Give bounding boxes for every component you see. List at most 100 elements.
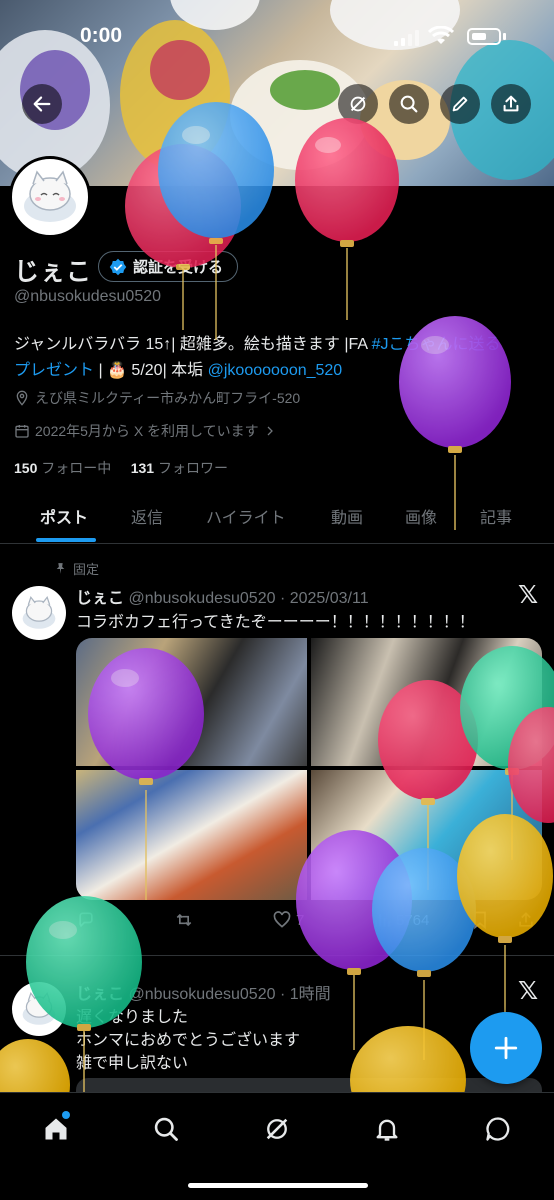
following-label: フォロー中 xyxy=(41,460,112,476)
status-time: 0:00 xyxy=(80,24,123,47)
post-author-name[interactable]: じぇこ xyxy=(76,986,124,1003)
hashtag-link-continued[interactable]: プレゼント xyxy=(14,362,94,379)
search-icon xyxy=(154,1117,178,1141)
grok-icon xyxy=(266,1118,288,1140)
tab-indicator xyxy=(36,538,96,542)
tab-replies[interactable]: 返信 xyxy=(131,504,163,528)
view-count: 5764 xyxy=(396,911,430,929)
reply-icon xyxy=(79,912,93,928)
search-icon xyxy=(400,95,418,113)
like-button[interactable]: 7 xyxy=(272,910,304,930)
wifi-icon xyxy=(427,25,455,51)
post-avatar[interactable] xyxy=(12,586,66,640)
share-icon xyxy=(503,95,519,112)
post-text: コラボカフェ行ってきたぞーーーー！！！！！！！！！ xyxy=(76,614,475,631)
nav-notifications[interactable] xyxy=(367,1109,407,1149)
location-text: えび県ミルクティー市みかん町フライ-520 xyxy=(35,390,301,406)
post-header: じぇこ @nbusokudesu0520 · 1時間 xyxy=(76,980,331,1004)
nav-home[interactable] xyxy=(36,1109,76,1149)
post-text-line: 遅くなりました xyxy=(76,1009,189,1026)
repost-button[interactable] xyxy=(174,910,194,930)
post-author-name[interactable]: じぇこ xyxy=(76,590,124,607)
battery-nub xyxy=(503,33,506,40)
grok-icon xyxy=(350,96,366,112)
plus-icon xyxy=(494,1036,518,1060)
views-icon xyxy=(375,914,390,927)
joined-text: 2022年5月から X を利用しています xyxy=(35,423,259,439)
nav-messages[interactable] xyxy=(478,1109,518,1149)
mention-link[interactable]: @jkooooooon_520 xyxy=(208,362,343,379)
location-icon xyxy=(16,390,28,406)
nav-grok[interactable] xyxy=(257,1109,297,1149)
heart-icon xyxy=(273,911,291,928)
post-text-line: 雑で申し訳ない xyxy=(76,1055,189,1072)
nav-search[interactable] xyxy=(146,1109,186,1149)
post-meta: @nbusokudesu0520 · 2025/03/11 xyxy=(128,590,369,607)
pencil-icon xyxy=(452,96,468,112)
bio-text-2: | 🎂 5/20| 本垢 xyxy=(94,362,208,379)
handle: @nbusokudesu0520 xyxy=(14,288,162,305)
views-button[interactable]: 5764 xyxy=(372,910,429,930)
battery-icon xyxy=(467,28,501,45)
chevron-right-icon xyxy=(267,426,273,436)
share-button[interactable] xyxy=(491,84,531,124)
bookmark-button[interactable] xyxy=(470,910,490,930)
bio-line-2: プレゼント | 🎂 5/20| 本垢 @jkooooooon_520 xyxy=(14,356,342,380)
post-avatar[interactable] xyxy=(12,982,66,1036)
following-link[interactable]: 150 フォロー中 xyxy=(14,460,111,476)
tab-articles[interactable]: 記事 xyxy=(480,504,512,528)
get-verified-button[interactable]: 認証を受ける xyxy=(98,251,239,282)
notification-dot xyxy=(62,1111,70,1119)
reply-button[interactable] xyxy=(76,910,96,930)
tab-videos[interactable]: 動画 xyxy=(331,504,363,528)
home-icon xyxy=(45,1118,67,1140)
display-name: じぇこ xyxy=(14,258,93,286)
followers-count: 131 xyxy=(130,460,155,476)
location-row: えび県ミルクティー市みかん町フライ-520 xyxy=(14,388,300,408)
grok-button[interactable] xyxy=(338,84,378,124)
post-text-line: ホンマにおめでとうございます xyxy=(76,1032,301,1049)
tab-images[interactable]: 画像 xyxy=(405,504,437,528)
follow-stats: 150 フォロー中 131 フォロワー xyxy=(14,458,228,478)
chat-icon xyxy=(486,1117,510,1141)
cat-avatar-icon xyxy=(24,170,76,222)
pinned-indicator: 固定 xyxy=(54,559,99,578)
divider xyxy=(0,543,554,544)
search-button[interactable] xyxy=(389,84,429,124)
bell-icon xyxy=(376,1119,398,1141)
edit-button[interactable] xyxy=(440,84,480,124)
hashtag-link[interactable]: #Jこちゃんに送る xyxy=(372,336,501,353)
followers-link[interactable]: 131 フォロワー xyxy=(131,460,228,476)
cat-avatar-icon xyxy=(22,595,56,629)
post-header: じぇこ @nbusokudesu0520 · 2025/03/11 xyxy=(76,584,369,608)
bookmark-icon xyxy=(474,911,486,930)
like-count: 7 xyxy=(296,911,305,929)
repost-icon xyxy=(176,913,192,927)
back-arrow-icon xyxy=(33,96,51,112)
tab-posts[interactable]: ポスト xyxy=(40,504,88,528)
cat-avatar-icon xyxy=(22,991,56,1025)
profile-avatar[interactable] xyxy=(9,156,91,238)
back-button[interactable] xyxy=(22,84,62,124)
calendar-icon xyxy=(15,425,29,438)
pinned-label: 固定 xyxy=(73,562,100,577)
x-logo-icon[interactable]: 𝕏 xyxy=(518,976,538,1005)
pin-icon xyxy=(56,563,65,574)
compose-button[interactable] xyxy=(470,1012,542,1084)
verified-badge-icon xyxy=(109,258,127,275)
followers-label: フォロワー xyxy=(157,460,228,476)
share-icon xyxy=(519,912,533,927)
post-meta: @nbusokudesu0520 · 1時間 xyxy=(128,986,331,1003)
media-photo-1[interactable] xyxy=(76,638,307,766)
bio-line-1: ジャンルバラバラ 15↑| 超雑多。絵も描きます |FA #Jこちゃんに送る xyxy=(14,330,501,354)
media-photo-3[interactable] xyxy=(76,770,307,900)
media-photo-2[interactable] xyxy=(311,638,542,766)
bio-text: ジャンルバラバラ 15↑| 超雑多。絵も描きます |FA xyxy=(14,336,372,353)
signal-icon xyxy=(394,30,420,46)
post-media-grid[interactable] xyxy=(76,638,542,900)
share-post-button[interactable] xyxy=(516,910,536,930)
joined-row[interactable]: 2022年5月から X を利用しています xyxy=(14,421,276,441)
x-logo-icon[interactable]: 𝕏 xyxy=(518,580,538,609)
tab-highlights[interactable]: ハイライト xyxy=(206,504,286,528)
media-photo-4[interactable] xyxy=(311,770,542,900)
